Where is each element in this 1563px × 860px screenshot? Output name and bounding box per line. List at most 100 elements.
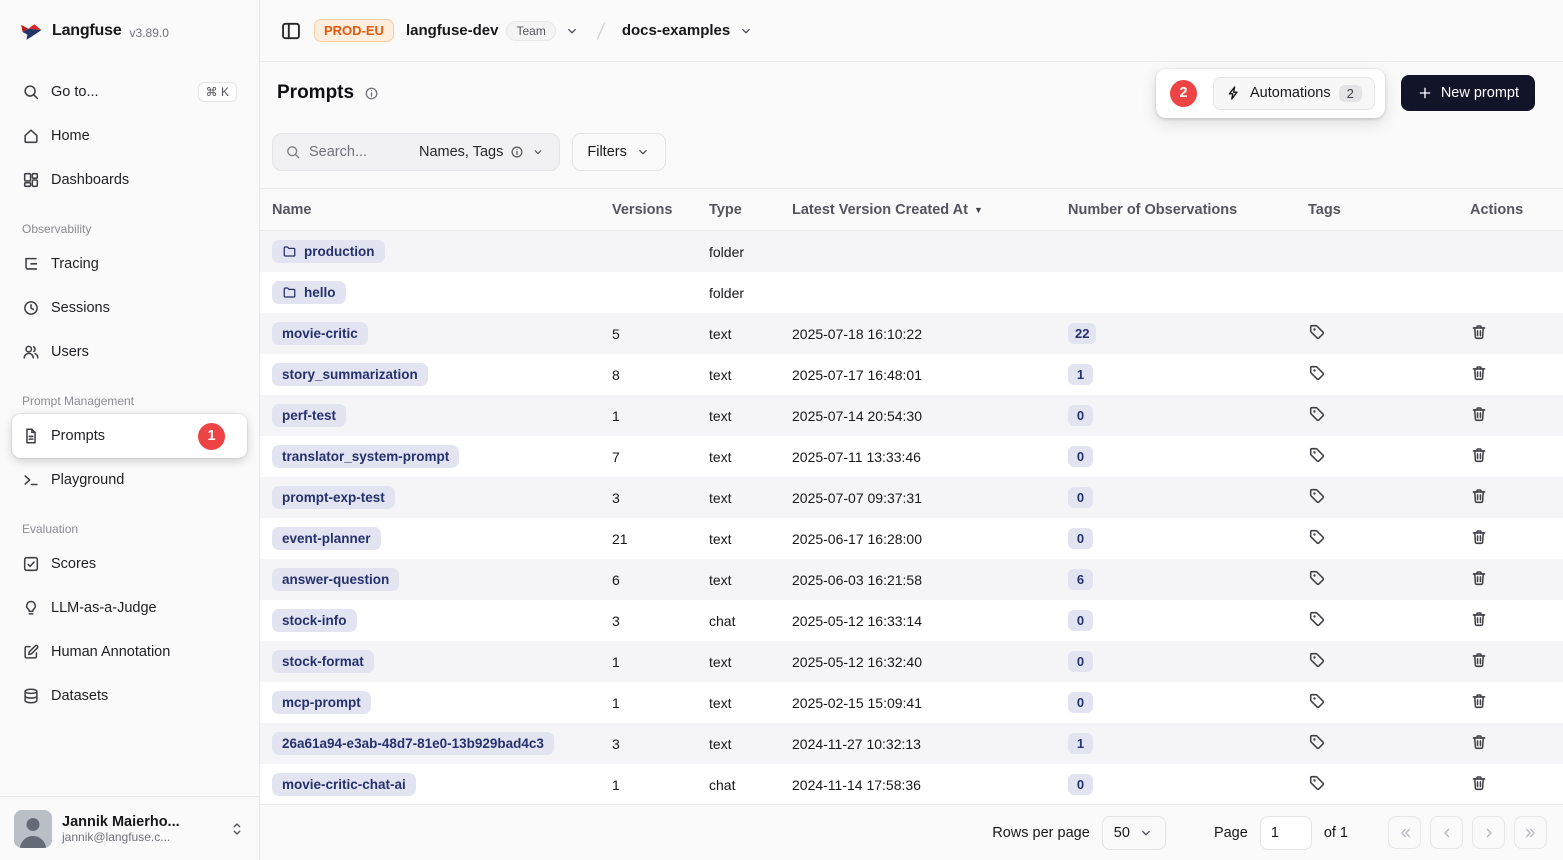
new-prompt-button[interactable]: New prompt <box>1401 75 1535 111</box>
sidebar-item-home[interactable]: Home <box>12 114 247 158</box>
chevron-down-icon <box>564 23 580 39</box>
tag-icon[interactable] <box>1308 733 1326 751</box>
prompt-name-link[interactable]: story_summarization <box>272 363 428 386</box>
table-row[interactable]: 26a61a94-e3ab-48d7-81e0-13b929bad4c3 3 t… <box>260 723 1563 764</box>
prompt-name-link[interactable]: production <box>272 240 385 263</box>
sidebar-item-users[interactable]: Users <box>12 330 247 374</box>
tag-icon[interactable] <box>1308 446 1326 464</box>
last-page-button[interactable] <box>1514 816 1547 849</box>
prompt-name-link[interactable]: stock-format <box>272 650 374 673</box>
prompt-name-link[interactable]: movie-critic <box>272 322 368 345</box>
environment-badge[interactable]: PROD-EU <box>314 19 394 42</box>
prompt-name-link[interactable]: 26a61a94-e3ab-48d7-81e0-13b929bad4c3 <box>272 732 554 755</box>
automations-button[interactable]: Automations 2 <box>1213 77 1375 110</box>
prompt-name-link[interactable]: movie-critic-chat-ai <box>272 773 416 796</box>
zap-icon <box>1226 85 1242 101</box>
go-to-search[interactable]: Go to... ⌘ K <box>12 70 247 114</box>
next-page-button[interactable] <box>1472 816 1505 849</box>
delete-prompt-button[interactable] <box>1470 528 1488 546</box>
table-row[interactable]: stock-format 1 text 2025-05-12 16:32:40 … <box>260 641 1563 682</box>
observations-count-badge: 0 <box>1068 528 1093 549</box>
delete-prompt-button[interactable] <box>1470 610 1488 628</box>
project-switcher[interactable]: docs-examples <box>622 22 754 39</box>
rows-per-page-select[interactable]: 50 <box>1102 816 1166 850</box>
column-header-observations[interactable]: Number of Observations <box>1056 202 1296 218</box>
prompt-name-link[interactable]: mcp-prompt <box>272 691 371 714</box>
app-version: v3.89.0 <box>130 26 169 40</box>
prompt-name-link[interactable]: hello <box>272 281 346 304</box>
table-row[interactable]: story_summarization 8 text 2025-07-17 16… <box>260 354 1563 395</box>
tag-icon[interactable] <box>1308 405 1326 423</box>
nav-section-items: Home Dashboards <box>12 114 247 202</box>
sidebar-item-sessions[interactable]: Sessions <box>12 286 247 330</box>
sidebar-item-tracing[interactable]: Tracing <box>12 242 247 286</box>
sidebar-item-scores[interactable]: Scores <box>12 542 247 586</box>
tag-icon[interactable] <box>1308 528 1326 546</box>
delete-prompt-button[interactable] <box>1470 405 1488 423</box>
tag-icon[interactable] <box>1308 610 1326 628</box>
prev-page-button[interactable] <box>1430 816 1463 849</box>
tag-icon[interactable] <box>1308 364 1326 382</box>
column-header-name[interactable]: Name <box>260 202 600 218</box>
table-row[interactable]: stock-info 3 chat 2025-05-12 16:33:14 0 <box>260 600 1563 641</box>
column-header-tags: Tags <box>1296 202 1458 218</box>
sidebar-item-prompts[interactable]: Prompts 1 <box>12 414 247 458</box>
versions-cell: 8 <box>600 367 697 383</box>
delete-prompt-button[interactable] <box>1470 733 1488 751</box>
tag-icon[interactable] <box>1308 692 1326 710</box>
keyboard-shortcut-badge: ⌘ K <box>198 82 237 102</box>
sidebar-item-human-annotation[interactable]: Human Annotation <box>12 630 247 674</box>
sidebar-item-llm-as-a-judge[interactable]: LLM-as-a-Judge <box>12 586 247 630</box>
table-row[interactable]: mcp-prompt 1 text 2025-02-15 15:09:41 0 <box>260 682 1563 723</box>
sidebar-item-playground[interactable]: Playground <box>12 458 247 502</box>
organization-switcher[interactable]: langfuse-dev Team <box>406 21 580 41</box>
tag-icon[interactable] <box>1308 569 1326 587</box>
first-page-button[interactable] <box>1388 816 1421 849</box>
sidebar-toggle-button[interactable] <box>280 20 302 42</box>
sessions-icon <box>22 299 40 317</box>
table-row[interactable]: event-planner 21 text 2025-06-17 16:28:0… <box>260 518 1563 559</box>
search-input[interactable] <box>309 144 409 160</box>
delete-prompt-button[interactable] <box>1470 487 1488 505</box>
created-at-cell: 2025-07-07 09:37:31 <box>780 490 1056 506</box>
chevron-down-icon <box>531 145 545 159</box>
page-number-input[interactable] <box>1260 816 1312 850</box>
automations-highlight: 2 Automations 2 <box>1156 69 1385 118</box>
delete-prompt-button[interactable] <box>1470 651 1488 669</box>
delete-prompt-button[interactable] <box>1470 323 1488 341</box>
search-scope-dropdown[interactable]: Names, Tags <box>409 137 555 167</box>
tag-icon[interactable] <box>1308 774 1326 792</box>
prompt-name-link[interactable]: event-planner <box>272 527 381 550</box>
sidebar-item-datasets[interactable]: Datasets <box>12 674 247 718</box>
column-header-type[interactable]: Type <box>697 202 780 218</box>
tag-icon[interactable] <box>1308 487 1326 505</box>
user-menu[interactable]: Jannik Maierho... jannik@langfuse.c... <box>0 796 259 860</box>
column-header-created-at[interactable]: Latest Version Created At ▼ <box>780 202 1056 218</box>
prompt-name-link[interactable]: stock-info <box>272 609 357 632</box>
prompt-name-link[interactable]: answer-question <box>272 568 399 591</box>
delete-prompt-button[interactable] <box>1470 774 1488 792</box>
tag-icon[interactable] <box>1308 651 1326 669</box>
sidebar-item-dashboards[interactable]: Dashboards <box>12 158 247 202</box>
table-row[interactable]: perf-test 1 text 2025-07-14 20:54:30 0 <box>260 395 1563 436</box>
delete-prompt-button[interactable] <box>1470 364 1488 382</box>
table-row[interactable]: hello folder <box>260 272 1563 313</box>
table-row[interactable]: answer-question 6 text 2025-06-03 16:21:… <box>260 559 1563 600</box>
table-row[interactable]: translator_system-prompt 7 text 2025-07-… <box>260 436 1563 477</box>
table-row[interactable]: movie-critic 5 text 2025-07-18 16:10:22 … <box>260 313 1563 354</box>
prompt-name-link[interactable]: perf-test <box>272 404 346 427</box>
type-cell: chat <box>697 777 780 793</box>
info-icon[interactable] <box>364 86 379 101</box>
search-bar[interactable]: Names, Tags <box>272 133 560 171</box>
table-row[interactable]: production folder <box>260 231 1563 272</box>
delete-prompt-button[interactable] <box>1470 569 1488 587</box>
delete-prompt-button[interactable] <box>1470 692 1488 710</box>
delete-prompt-button[interactable] <box>1470 446 1488 464</box>
tag-icon[interactable] <box>1308 323 1326 341</box>
column-header-versions[interactable]: Versions <box>600 202 697 218</box>
prompt-name-link[interactable]: translator_system-prompt <box>272 445 459 468</box>
table-row[interactable]: movie-critic-chat-ai 1 chat 2024-11-14 1… <box>260 764 1563 804</box>
filters-button[interactable]: Filters <box>572 133 665 171</box>
table-row[interactable]: prompt-exp-test 3 text 2025-07-07 09:37:… <box>260 477 1563 518</box>
prompt-name-link[interactable]: prompt-exp-test <box>272 486 395 509</box>
